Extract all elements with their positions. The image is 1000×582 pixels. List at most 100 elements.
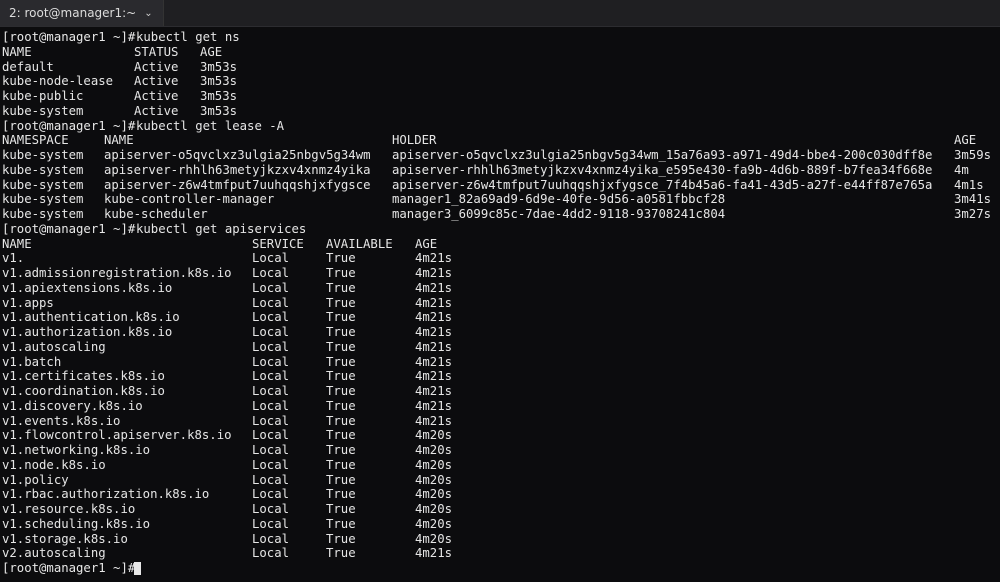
table-row: kube-system kube-controller-manager manage…	[0, 192, 1000, 207]
table-cell: v1.scheduling.k8s.io	[2, 516, 151, 531]
table-cell: 4m20s	[415, 428, 453, 443]
table-row: v1.apps Local True 4m21s	[0, 296, 1000, 311]
table-cell: 4m21s	[415, 310, 453, 325]
table-cell: True	[326, 502, 356, 516]
table-cell: True	[326, 369, 356, 384]
table-cell: apiserver-rhhlh63metyjkzxv4xnmz4yika	[104, 162, 371, 177]
table-cell: Local	[252, 310, 290, 325]
table-cell: 4m20s	[415, 502, 453, 516]
table-cell: kube-system	[2, 177, 84, 192]
table-cell: 3m27s	[954, 207, 992, 221]
column-header: NAMESPACE	[2, 133, 69, 148]
table-cell: True	[326, 251, 356, 266]
table-cell: Local	[252, 531, 290, 546]
terminal-tab-title: 2: root@manager1:~	[9, 6, 137, 20]
table-cell: True	[326, 354, 356, 369]
table-cell: True	[326, 457, 356, 472]
table-cell: Local	[252, 487, 290, 502]
table-row: v1.events.k8s.io Local True 4m21s	[0, 414, 1000, 429]
table-cell: Local	[252, 457, 290, 472]
command-text: kubectl get ns	[136, 30, 240, 44]
table-cell: v1.resource.k8s.io	[2, 502, 136, 516]
table-row: v1. Local True 4m21s	[0, 251, 1000, 266]
table-row: v1.resource.k8s.io Local True 4m20s	[0, 502, 1000, 517]
table-cell: Local	[252, 398, 290, 413]
column-header: NAME	[104, 133, 134, 148]
table-row: kube-system apiserver-o5qvclxz3ulgia25nbg…	[0, 148, 1000, 163]
table-cell: Local	[252, 443, 290, 457]
column-header: NAME	[2, 44, 32, 59]
table-header: NAME SERVICE AVAILABLE AGE	[0, 237, 1000, 252]
command-line: [root@manager1 ~]# kubectl get apiservic…	[0, 222, 1000, 237]
table-row: kube-public Active 3m53s	[0, 89, 1000, 104]
table-cell: 4m21s	[415, 398, 453, 413]
table-cell: v1.autoscaling	[2, 339, 106, 354]
table-cell: 4m21s	[415, 325, 453, 339]
column-header: AGE	[415, 236, 438, 251]
terminal-output[interactable]: [root@manager1 ~]# kubectl get ns NAME STA…	[0, 30, 1000, 582]
table-cell: 4m20s	[415, 443, 453, 457]
table-cell: Local	[252, 428, 290, 443]
table-cell: Local	[252, 413, 290, 428]
table-cell: kube-system	[2, 192, 84, 207]
column-header: STATUS	[134, 44, 179, 59]
table-cell: 3m53s	[200, 59, 238, 74]
table-cell: apiserver-o5qvclxz3ulgia25nbgv5g34wm	[104, 148, 371, 162]
table-cell: True	[326, 472, 356, 487]
command-line: [root@manager1 ~]# kubectl get lease -A	[0, 119, 1000, 134]
table-row: v1.batch Local True 4m21s	[0, 355, 1000, 370]
table-cell: v1.admissionregistration.k8s.io	[2, 266, 232, 280]
table-cell: 4m21s	[415, 266, 453, 280]
table-row: v1.rbac.authorization.k8s.io Local True 4m2…	[0, 487, 1000, 502]
table-cell: 3m53s	[200, 74, 238, 89]
table-row: kube-system Active 3m53s	[0, 104, 1000, 119]
table-row: v2.autoscaling Local True 4m21s	[0, 546, 1000, 561]
table-cell: Active	[134, 74, 179, 89]
table-cell: v1.apiextensions.k8s.io	[2, 280, 173, 295]
table-cell: v1.rbac.authorization.k8s.io	[2, 487, 210, 502]
table-row: kube-system apiserver-z6w4tmfput7uuhqqshj…	[0, 178, 1000, 193]
table-cell: Local	[252, 325, 290, 339]
table-row: v1.node.k8s.io Local True 4m20s	[0, 458, 1000, 473]
table-cell: 4m21s	[415, 369, 453, 384]
table-row: v1.discovery.k8s.io Local True 4m21s	[0, 399, 1000, 414]
table-cell: Local	[252, 295, 290, 310]
column-header: AGE	[954, 133, 977, 148]
table-cell: True	[326, 310, 356, 325]
table-cell: True	[326, 384, 356, 398]
table-cell: v1.discovery.k8s.io	[2, 398, 143, 413]
table-cell: 4m21s	[415, 339, 453, 354]
table-cell: 4m20s	[415, 472, 453, 487]
table-header: NAME STATUS AGE	[0, 45, 1000, 60]
column-header: SERVICE	[252, 236, 304, 251]
table-cell: v1.storage.k8s.io	[2, 531, 128, 546]
table-cell: manager1_82a69ad9-6d9e-40fe-9d56-a0581fb…	[392, 192, 726, 207]
chevron-down-icon[interactable]: ⌄	[144, 8, 152, 19]
table-cell: True	[326, 398, 356, 413]
table-cell: Local	[252, 266, 290, 280]
table-cell: True	[326, 428, 356, 443]
table-cell: 4m21s	[415, 354, 453, 369]
table-row: v1.coordination.k8s.io Local True 4m21s	[0, 384, 1000, 399]
table-cell: kube-public	[2, 89, 84, 103]
table-cell: True	[326, 325, 356, 339]
table-cell: Active	[134, 59, 179, 74]
table-cell: kube-system	[2, 162, 84, 177]
table-cell: Local	[252, 369, 290, 384]
table-row: kube-system kube-scheduler manager3_6099c8…	[0, 207, 1000, 222]
command-line: [root@manager1 ~]#	[0, 561, 1000, 576]
table-cell: True	[326, 339, 356, 354]
table-cell: 4m21s	[415, 251, 453, 266]
table-cell: Active	[134, 103, 179, 118]
table-cell: 4m21s	[415, 546, 453, 561]
table-cell: 3m41s	[954, 192, 992, 207]
table-cell: v1.certificates.k8s.io	[2, 369, 165, 384]
table-cell: True	[326, 487, 356, 502]
table-cell: True	[326, 443, 356, 457]
table-cell: v1.	[2, 251, 25, 266]
table-cell: v1.node.k8s.io	[2, 457, 106, 472]
table-row: v1.apiextensions.k8s.io Local True 4m21s	[0, 281, 1000, 296]
terminal-tab[interactable]: 2: root@manager1:~ ⌄	[0, 0, 164, 26]
table-cell: kube-system	[2, 103, 84, 118]
table-cell: Local	[252, 354, 290, 369]
